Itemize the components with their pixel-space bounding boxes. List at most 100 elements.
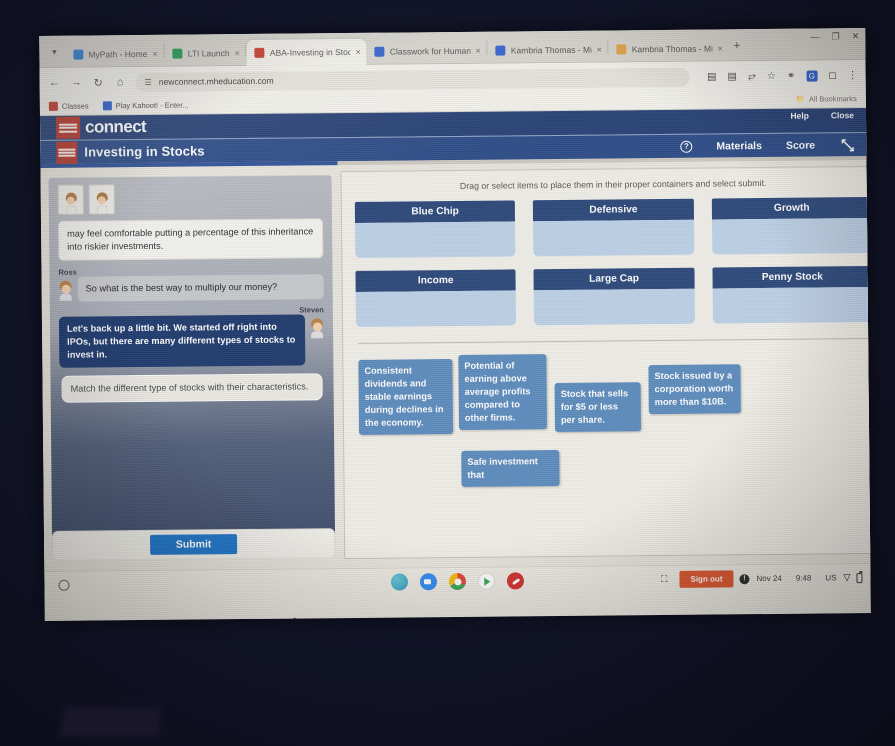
grammarly-icon[interactable]: G bbox=[806, 70, 818, 82]
question-circle-icon[interactable]: ? bbox=[680, 140, 693, 153]
time-display[interactable]: 9:48 bbox=[789, 571, 819, 586]
bin-dropzone[interactable] bbox=[355, 290, 517, 327]
extensions-icon[interactable]: ⚭ bbox=[787, 70, 795, 81]
tab-close-icon[interactable]: × bbox=[152, 49, 157, 59]
tab-close-icon[interactable]: × bbox=[235, 48, 240, 58]
bin-dropzone[interactable] bbox=[533, 219, 694, 257]
bin-dropzone[interactable] bbox=[355, 221, 516, 258]
draggable-token-3[interactable]: Stock issued by a corporation worth more… bbox=[648, 364, 741, 415]
avatar bbox=[88, 184, 115, 215]
forward-icon[interactable]: → bbox=[70, 77, 83, 89]
chat-bubble-1: So what is the best way to multiply our … bbox=[77, 274, 324, 302]
chrome-icon[interactable] bbox=[448, 572, 467, 591]
bin-large-cap[interactable]: Large Cap bbox=[533, 267, 695, 326]
tab-favicon bbox=[254, 47, 265, 58]
tab-favicon bbox=[374, 46, 385, 57]
bin-blue-chip[interactable]: Blue Chip bbox=[354, 200, 516, 258]
help-link[interactable]: Help bbox=[790, 111, 809, 121]
browser-tab-5[interactable]: Kambria Thomas - Mi × bbox=[609, 35, 729, 62]
reload-icon[interactable]: ↻ bbox=[92, 76, 105, 89]
screen-capture-icon[interactable]: ⛶ bbox=[661, 574, 667, 585]
instruction-text: Drag or select items to place them in th… bbox=[459, 178, 767, 191]
share-icon[interactable]: ⥂ bbox=[748, 71, 756, 82]
bin-dropzone[interactable] bbox=[711, 217, 871, 255]
sign-out-button[interactable]: Sign out bbox=[679, 570, 734, 588]
tab-label: LTI Launch bbox=[187, 48, 230, 59]
close-link[interactable]: Close bbox=[831, 110, 854, 120]
tab-favicon bbox=[172, 48, 183, 59]
bookmark-kahoot[interactable]: Play Kahoot! - Enter... bbox=[102, 101, 189, 111]
minimize-button[interactable]: — bbox=[811, 31, 820, 42]
mcgraw-hill-logo-small bbox=[56, 141, 78, 164]
all-bookmarks-button[interactable]: 📁 All Bookmarks bbox=[796, 94, 857, 104]
locale-display[interactable]: US bbox=[818, 570, 843, 585]
browser-tab-1[interactable]: LTI Launch × bbox=[165, 40, 246, 67]
expand-arrows-icon[interactable]: ⟷ bbox=[837, 134, 859, 156]
bin-penny-stock[interactable]: Penny Stock bbox=[712, 265, 871, 324]
draggable-token-0[interactable]: Consistent dividends and stable earnings… bbox=[358, 359, 454, 436]
wifi-icon[interactable]: ▽ bbox=[843, 572, 850, 583]
bin-income[interactable]: Income bbox=[355, 269, 517, 327]
materials-button[interactable]: Materials bbox=[716, 140, 762, 152]
browser-tab-0[interactable]: MyPath - Home × bbox=[65, 41, 164, 68]
home-icon[interactable]: ⌂ bbox=[114, 76, 127, 88]
drag-drop-workspace: Drag or select items to place them in th… bbox=[340, 165, 871, 560]
bookmark-classes[interactable]: Classes bbox=[48, 102, 89, 111]
tab-favicon bbox=[616, 44, 627, 55]
bookmark-favicon bbox=[102, 101, 112, 111]
browser-tab-4[interactable]: Kambria Thomas - Mi × bbox=[488, 37, 608, 64]
tab-close-icon[interactable]: × bbox=[476, 46, 481, 56]
battery-icon[interactable] bbox=[856, 572, 863, 583]
profile-icon[interactable]: ◻ bbox=[828, 70, 836, 81]
play-store-icon[interactable] bbox=[477, 572, 496, 590]
tab-close-icon[interactable]: × bbox=[718, 43, 723, 53]
bookmark-star-icon[interactable]: ☆ bbox=[767, 70, 776, 81]
bin-dropzone[interactable] bbox=[712, 286, 871, 324]
tab-favicon bbox=[73, 49, 84, 60]
tab-close-icon[interactable]: × bbox=[597, 45, 602, 55]
tab-grid-icon[interactable]: ▤ bbox=[727, 71, 737, 82]
menu-icon[interactable]: ⋮ bbox=[848, 70, 858, 81]
launcher-circle-icon[interactable] bbox=[58, 579, 70, 591]
date-display[interactable]: Nov 24 bbox=[749, 571, 789, 586]
lesson-title-actions: ? Materials Score ⟷ bbox=[680, 134, 859, 156]
monitor-screen: ▾ MyPath - Home × LTI Launch × ABA-Inves… bbox=[39, 28, 871, 621]
photo-shadow-patch bbox=[59, 707, 163, 737]
connect-wordmark: connect bbox=[84, 116, 147, 137]
zoom-icon[interactable] bbox=[419, 573, 438, 591]
draggable-token-2[interactable]: Stock that sells for $5 or less per shar… bbox=[554, 382, 642, 433]
avatar bbox=[57, 184, 84, 215]
tab-close-icon[interactable]: × bbox=[356, 47, 361, 57]
teal-app-icon[interactable] bbox=[390, 573, 409, 591]
bin-defensive[interactable]: Defensive bbox=[533, 198, 694, 257]
address-bar-url: newconnect.mheducation.com bbox=[158, 75, 274, 87]
tab-search-icon[interactable]: ▾ bbox=[43, 36, 65, 68]
tab-label: Kambria Thomas - Mi bbox=[510, 44, 592, 56]
maximize-button[interactable]: ❐ bbox=[832, 31, 840, 42]
tab-label: Classwork for Human bbox=[389, 45, 471, 57]
submit-button[interactable]: Submit bbox=[149, 534, 238, 555]
tab-label: ABA-Investing in Stoc bbox=[269, 46, 351, 58]
chat-row-steven: Let's back up a little bit. We started o… bbox=[50, 314, 333, 369]
omnibox-actions: ▤ ▤ ⥂ ☆ ⚭ G ◻ ⋮ bbox=[699, 70, 858, 83]
split-screen-icon[interactable]: ▤ bbox=[707, 71, 717, 82]
browser-tab-2-active[interactable]: ABA-Investing in Stoc × bbox=[246, 38, 367, 66]
mcgraw-hill-logo bbox=[55, 116, 81, 139]
draggable-token-4[interactable]: Safe investment that bbox=[461, 450, 560, 488]
bin-dropzone[interactable] bbox=[534, 288, 695, 326]
draggable-token-1[interactable]: Potential of earning above average profi… bbox=[458, 354, 548, 431]
new-tab-button[interactable]: + bbox=[729, 38, 745, 52]
tab-favicon bbox=[495, 45, 506, 56]
close-window-button[interactable]: ✕ bbox=[852, 31, 860, 42]
submit-bar: Submit bbox=[51, 528, 336, 561]
browser-tab-3[interactable]: Classwork for Human × bbox=[367, 38, 487, 65]
activity-stage: may feel comfortable putting a percentag… bbox=[40, 160, 871, 621]
bin-label: Defensive bbox=[533, 198, 694, 222]
bin-growth[interactable]: Growth bbox=[711, 196, 871, 255]
red-app-icon[interactable] bbox=[506, 572, 525, 590]
notification-dot-icon[interactable]: ! bbox=[739, 573, 750, 584]
back-icon[interactable]: ← bbox=[48, 77, 61, 89]
bin-label: Income bbox=[355, 269, 517, 292]
address-bar[interactable]: ☰ newconnect.mheducation.com bbox=[135, 67, 691, 92]
score-button[interactable]: Score bbox=[786, 139, 815, 151]
